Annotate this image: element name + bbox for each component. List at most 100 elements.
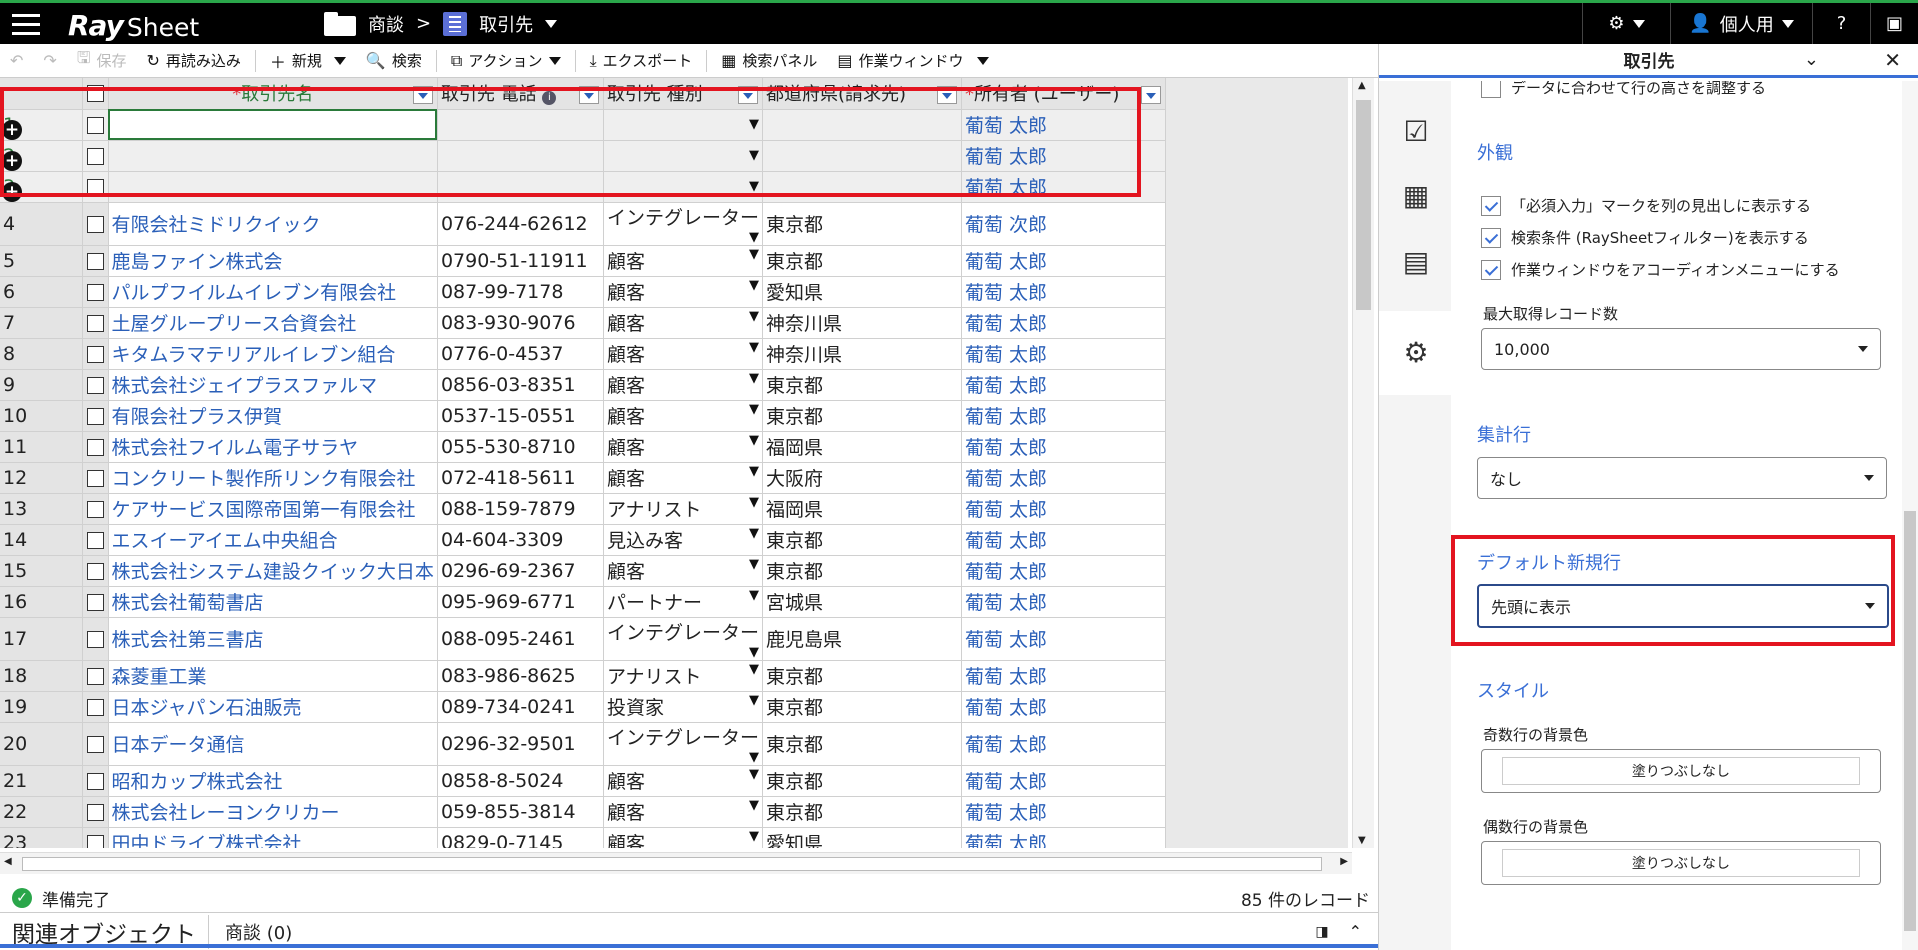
account-name-cell[interactable]: パルプフイルムイレブン有限会社 (108, 276, 438, 308)
row-number-cell[interactable]: 18 (0, 660, 83, 692)
dropdown-arrow-icon[interactable]: ▼ (749, 662, 759, 677)
vertical-scrollbar[interactable]: ▲ ▼ (1352, 78, 1374, 848)
search-button[interactable]: 🔍 検索 (356, 44, 432, 78)
phone-cell[interactable]: 0856-03-8351 (437, 369, 604, 401)
account-name-link[interactable]: キタムラマテリアルイレブン組合 (112, 344, 396, 366)
dropdown-arrow-icon[interactable]: ▼ (749, 402, 759, 417)
table-row[interactable]: 14 エスイーアイエム中央組合 04-604-3309 見込み客 ▼ 東京都 葡萄 太郎 (0, 524, 1166, 556)
scroll-down-icon[interactable]: ▼ (1358, 835, 1366, 846)
account-name-link[interactable]: 株式会社システム建設クイック大日本 (112, 561, 434, 583)
dropdown-arrow-icon[interactable]: ▼ (749, 495, 759, 510)
row-checkbox[interactable] (86, 215, 104, 233)
dropdown-arrow-icon[interactable]: ▼ (749, 645, 759, 660)
owner-link[interactable]: 葡萄 太郎 (965, 375, 1047, 397)
phone-cell[interactable]: 076-244-62612 (437, 202, 604, 246)
table-row[interactable]: 12 コンクリート製作所リンク有限会社 072-418-5611 顧客 ▼ 大阪府 葡萄 太… (0, 462, 1166, 494)
row-checkbox[interactable] (86, 469, 104, 487)
table-row[interactable]: 8 キタムラマテリアルイレブン組合 0776-0-4537 顧客 ▼ 神奈川県 葡萄 太郎 (0, 338, 1166, 370)
panel-toggle-icon[interactable]: ◨ (1315, 924, 1328, 940)
phone-cell[interactable]: 0537-15-0551 (437, 400, 604, 432)
row-checkbox[interactable] (86, 698, 104, 716)
gear-icon[interactable]: ⚙ (1401, 338, 1431, 368)
account-name-link[interactable]: 田中ドライブ株式会社 (112, 833, 302, 848)
account-name-cell[interactable]: 株式会社レーヨンクリカー (108, 796, 438, 828)
type-cell[interactable]: 顧客 ▼ (603, 369, 763, 401)
settings-menu[interactable]: ⚙ (1582, 3, 1670, 44)
row-checkbox[interactable] (86, 735, 104, 753)
scroll-left-icon[interactable]: ◀ (4, 856, 12, 867)
owner-link[interactable]: 葡萄 太郎 (965, 406, 1047, 428)
phone-cell[interactable]: 072-418-5611 (437, 462, 604, 494)
owner-link[interactable]: 葡萄 太郎 (965, 313, 1047, 335)
row-checkbox[interactable] (86, 438, 104, 456)
table-row[interactable]: 20 日本データ通信 0296-32-9501 インテグレーター ▼ 東京都 葡萄 太郎 (0, 722, 1166, 766)
owner-link[interactable]: 葡萄 太郎 (965, 344, 1047, 366)
type-cell[interactable]: インテグレーター ▼ (603, 617, 763, 661)
show-required-mark-option[interactable]: 「必須入力」マークを列の見出しに表示する (1481, 195, 1811, 216)
row-checkbox-cell[interactable] (82, 827, 109, 848)
row-number-cell[interactable]: 21 (0, 765, 83, 797)
type-cell[interactable]: アナリスト ▼ (603, 493, 763, 525)
prefecture-cell[interactable]: 愛知県 (762, 276, 962, 308)
prefecture-cell[interactable]: 東京都 (762, 555, 962, 587)
account-name-cell[interactable]: キタムラマテリアルイレブン組合 (108, 338, 438, 370)
action-button[interactable]: ⧉ アクション (441, 44, 571, 78)
phone-cell[interactable]: 089-734-0241 (437, 691, 604, 723)
phone-cell[interactable]: 055-530-8710 (437, 431, 604, 463)
account-name-link[interactable]: ケアサービス国際帝国第一有限会社 (112, 499, 416, 521)
owner-cell[interactable]: 葡萄 次郎 (961, 202, 1166, 246)
owner-cell[interactable]: 葡萄 太郎 (961, 586, 1166, 618)
row-checkbox[interactable] (86, 772, 104, 790)
type-cell[interactable]: 顧客 ▼ (603, 400, 763, 432)
account-name-cell[interactable]: 株式会社ジェイプラスファルマ (108, 369, 438, 401)
reload-button[interactable]: ↻ 再読み込み (136, 44, 250, 78)
table-row[interactable]: 21 昭和カップ株式会社 0858-8-5024 顧客 ▼ 東京都 葡萄 太郎 (0, 765, 1166, 797)
row-number-cell[interactable]: 9 (0, 369, 83, 401)
account-name-link[interactable]: 有限会社プラス伊賀 (112, 406, 283, 428)
show-required-mark-checkbox[interactable] (1481, 195, 1501, 216)
account-name-cell[interactable]: 株式会社第三書店 (108, 617, 438, 661)
adjust-row-height-checkbox[interactable] (1481, 81, 1501, 98)
account-name-cell[interactable]: 株式会社システム建設クイック大日本 (108, 555, 438, 587)
account-name-link[interactable]: 鹿島ファイン株式会 (112, 251, 283, 273)
account-name-link[interactable]: エスイーアイエム中央組合 (112, 530, 338, 552)
undo-button[interactable]: ↶ (0, 44, 33, 78)
panel-scroll-thumb[interactable] (1904, 511, 1916, 931)
row-checkbox[interactable] (86, 500, 104, 518)
row-checkbox[interactable] (86, 252, 104, 270)
prefecture-cell[interactable]: 東京都 (762, 796, 962, 828)
related-tab-opportunity[interactable]: 商談 (0) (209, 919, 308, 945)
row-checkbox-cell[interactable] (82, 765, 109, 797)
horizontal-scrollbar[interactable]: ◀ ▶ (0, 852, 1352, 874)
phone-cell[interactable]: 087-99-7178 (437, 276, 604, 308)
table-row[interactable]: 5 鹿島ファイン株式会 0790-51-11911 顧客 ▼ 東京都 葡萄 太郎 (0, 245, 1166, 277)
owner-cell[interactable]: 葡萄 太郎 (961, 827, 1166, 848)
help-button[interactable]: ? (1812, 3, 1870, 44)
owner-cell[interactable]: 葡萄 太郎 (961, 431, 1166, 463)
row-checkbox-cell[interactable] (82, 524, 109, 556)
search-panel-icon[interactable]: ▦ (1401, 181, 1431, 211)
table-row[interactable]: 11 株式会社フイルム電子サラヤ 055-530-8710 顧客 ▼ 福岡県 葡萄 太郎 (0, 431, 1166, 463)
owner-cell[interactable]: 葡萄 太郎 (961, 722, 1166, 766)
row-number-cell[interactable]: 6 (0, 276, 83, 308)
table-row[interactable]: 16 株式会社葡萄書店 095-969-6771 パートナー ▼ 宮城県 葡萄 太郎 (0, 586, 1166, 618)
row-number-cell[interactable]: 14 (0, 524, 83, 556)
account-name-link[interactable]: 株式会社レーヨンクリカー (112, 802, 340, 824)
prefecture-cell[interactable]: 神奈川県 (762, 338, 962, 370)
prefecture-cell[interactable]: 大阪府 (762, 462, 962, 494)
dropdown-arrow-icon[interactable]: ▼ (749, 798, 759, 813)
owner-cell[interactable]: 葡萄 太郎 (961, 307, 1166, 339)
account-name-cell[interactable]: 鹿島ファイン株式会 (108, 245, 438, 277)
account-name-link[interactable]: 株式会社フイルム電子サラヤ (112, 437, 359, 459)
account-name-link[interactable]: 株式会社第三書店 (112, 629, 264, 651)
row-checkbox[interactable] (86, 314, 104, 332)
type-cell[interactable]: インテグレーター ▼ (603, 722, 763, 766)
dropdown-arrow-icon[interactable]: ▼ (749, 557, 759, 572)
owner-link[interactable]: 葡萄 太郎 (965, 530, 1047, 552)
row-checkbox[interactable] (86, 834, 104, 848)
account-name-cell[interactable]: 田中ドライブ株式会社 (108, 827, 438, 848)
row-checkbox-cell[interactable] (82, 555, 109, 587)
dropdown-arrow-icon[interactable]: ▼ (749, 278, 759, 293)
row-checkbox-cell[interactable] (82, 276, 109, 308)
type-cell[interactable]: 顧客 ▼ (603, 555, 763, 587)
